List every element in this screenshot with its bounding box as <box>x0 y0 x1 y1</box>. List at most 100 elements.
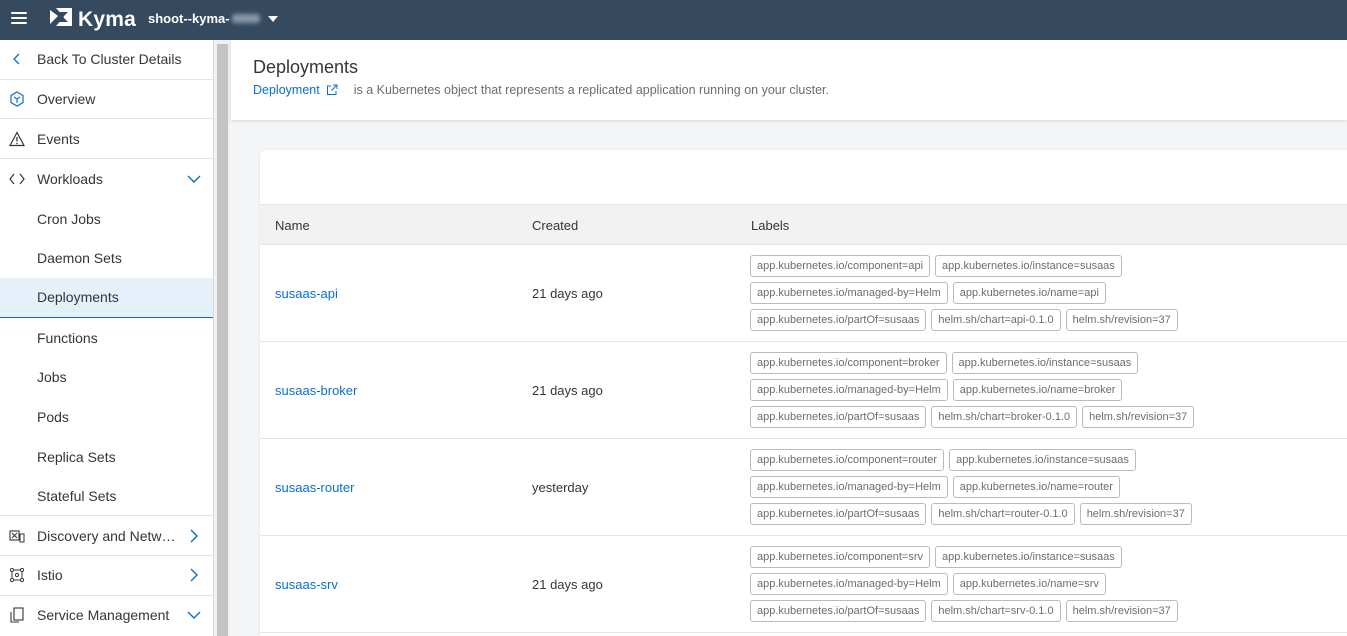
labels-cell: app.kubernetes.io/component=router app.ku… <box>750 446 1197 527</box>
sidebar-item-discovery-and-network[interactable]: Discovery and Network <box>0 516 213 556</box>
deployments-table-card: Name Created Labels susaas-api 21 days a… <box>260 150 1347 636</box>
sidebar-item-label: Events <box>37 130 80 147</box>
label-token: app.kubernetes.io/component=broker <box>750 351 947 374</box>
label-token: helm.sh/revision=37 <box>1079 502 1192 525</box>
deployment-name-link[interactable]: susaas-api <box>275 286 338 301</box>
kyma-logo-icon <box>48 6 74 28</box>
sidebar-item-label: Daemon Sets <box>37 250 122 267</box>
description-text: is a Kubernetes object that represents a… <box>353 83 829 97</box>
deployment-doc-link[interactable]: Deployment <box>253 83 320 97</box>
network-icon <box>8 527 26 545</box>
created-cell: 21 days ago <box>532 577 603 592</box>
cluster-selector[interactable]: shoot--kyma- <box>148 11 278 26</box>
sidebar-item-istio[interactable]: Istio <box>0 556 213 596</box>
column-header-labels: Labels <box>751 218 790 233</box>
page-description: Deployment is a Kubernetes object that r… <box>253 83 829 97</box>
sidebar-scrollbar[interactable] <box>215 40 230 636</box>
chevron-right-icon[interactable] <box>187 568 201 582</box>
sidebar-item-label: Cron Jobs <box>37 210 101 227</box>
deployment-name-link[interactable]: susaas-broker <box>275 383 357 398</box>
table-row[interactable]: susaas-router yesterday app.kubernetes.i… <box>260 439 1347 536</box>
sidebar-item-label: Jobs <box>37 369 67 386</box>
table-toolbar <box>260 150 1347 205</box>
deployment-name-link[interactable]: susaas-router <box>275 480 354 495</box>
sidebar-item-workloads[interactable]: Workloads <box>0 159 213 199</box>
label-token: helm.sh/chart=router-0.1.0 <box>931 502 1075 525</box>
label-token: helm.sh/chart=srv-0.1.0 <box>931 599 1061 622</box>
sidebar-item-label: Service Management <box>37 607 170 624</box>
column-header-name: Name <box>275 218 310 233</box>
labels-cell: app.kubernetes.io/component=api app.kuber… <box>750 252 1183 333</box>
sidebar-item-jobs[interactable]: Jobs <box>0 358 213 398</box>
table-row[interactable]: susaas-srv 21 days ago app.kubernetes.io… <box>260 536 1347 633</box>
label-token: helm.sh/chart=broker-0.1.0 <box>931 405 1078 428</box>
label-token: helm.sh/chart=api-0.1.0 <box>931 308 1061 331</box>
sidebar-item-overview[interactable]: Overview <box>0 80 213 120</box>
created-cell: 21 days ago <box>532 383 603 398</box>
sidebar-item-label: Discovery and Network <box>37 527 177 544</box>
back-to-cluster-link[interactable]: Back To Cluster Details <box>0 40 213 80</box>
created-cell: 21 days ago <box>532 286 603 301</box>
sidebar-item-label: Istio <box>37 567 63 584</box>
sidebar-item-label: Workloads <box>37 170 103 187</box>
mesh-icon <box>8 566 26 584</box>
chevron-down-icon[interactable] <box>187 608 201 622</box>
sidebar-item-label: Stateful Sets <box>37 487 117 504</box>
table-row[interactable]: susaas-broker 21 days ago app.kubernetes… <box>260 342 1347 439</box>
sidebar-item-pods[interactable]: Pods <box>0 397 213 437</box>
cube-icon <box>8 90 26 108</box>
sidebar-item-stateful-sets[interactable]: Stateful Sets <box>0 477 213 517</box>
label-token: app.kubernetes.io/component=router <box>750 448 945 471</box>
table-header: Name Created Labels <box>260 205 1347 245</box>
chevron-left-icon <box>8 50 26 68</box>
column-header-created: Created <box>532 218 579 233</box>
caret-down-icon <box>267 15 278 22</box>
label-token: app.kubernetes.io/partOf=susaas <box>750 502 927 525</box>
back-label: Back To Cluster Details <box>37 51 182 68</box>
label-token: app.kubernetes.io/instance=susaas <box>951 351 1139 374</box>
created-cell: yesterday <box>532 480 589 495</box>
labels-cell: app.kubernetes.io/component=srv app.kuber… <box>750 543 1183 624</box>
label-token: helm.sh/revision=37 <box>1082 405 1195 428</box>
label-token: app.kubernetes.io/name=broker <box>952 378 1123 401</box>
sidebar-item-label: Functions <box>37 329 98 346</box>
scrollbar-thumb[interactable] <box>217 44 228 636</box>
label-token: app.kubernetes.io/instance=susaas <box>935 254 1122 277</box>
label-token: app.kubernetes.io/managed-by=Helm <box>750 281 948 304</box>
service-icon <box>8 606 26 624</box>
sidebar-item-label: Deployments <box>37 289 119 306</box>
sidebar-item-functions[interactable]: Functions <box>0 318 213 358</box>
label-token: helm.sh/revision=37 <box>1065 308 1178 331</box>
side-navigation: Back To Cluster Details Overview Events … <box>0 40 214 636</box>
external-link-icon[interactable] <box>326 84 338 96</box>
label-token: app.kubernetes.io/instance=susaas <box>949 448 1136 471</box>
labels-cell: app.kubernetes.io/component=broker app.ku… <box>750 349 1199 430</box>
page-header: Deployments Deployment is a Kubernetes o… <box>231 40 1347 120</box>
brand-name: Kyma <box>78 8 136 31</box>
label-token: app.kubernetes.io/managed-by=Helm <box>750 475 948 498</box>
sidebar-item-deployments[interactable]: Deployments <box>0 278 213 318</box>
sidebar-item-cron-jobs[interactable]: Cron Jobs <box>0 199 213 239</box>
label-token: app.kubernetes.io/partOf=susaas <box>750 405 927 428</box>
sidebar-item-label: Overview <box>37 91 96 108</box>
sidebar-item-service-management[interactable]: Service Management <box>0 596 213 636</box>
label-token: app.kubernetes.io/managed-by=Helm <box>750 378 948 401</box>
label-token: app.kubernetes.io/component=srv <box>750 545 931 568</box>
deployment-name-link[interactable]: susaas-srv <box>275 577 338 592</box>
table-row[interactable]: susaas-api 21 days ago app.kubernetes.io… <box>260 245 1347 342</box>
chevron-down-icon[interactable] <box>187 172 201 186</box>
sidebar-item-events[interactable]: Events <box>0 119 213 160</box>
label-token: app.kubernetes.io/name=srv <box>952 572 1106 595</box>
sidebar-item-daemon-sets[interactable]: Daemon Sets <box>0 238 213 278</box>
page-title: Deployments <box>253 57 359 77</box>
label-token: app.kubernetes.io/component=api <box>750 254 931 277</box>
sidebar-item-replica-sets[interactable]: Replica Sets <box>0 437 213 477</box>
menu-icon[interactable] <box>11 12 27 26</box>
sidebar-item-label: Pods <box>37 409 69 426</box>
chevron-right-icon[interactable] <box>187 529 201 543</box>
shell-bar: Kyma shoot--kyma- <box>0 0 1347 40</box>
label-token: app.kubernetes.io/managed-by=Helm <box>750 572 948 595</box>
redacted-cluster-suffix <box>231 14 260 23</box>
label-token: app.kubernetes.io/instance=susaas <box>935 545 1122 568</box>
main-content: Deployments Deployment is a Kubernetes o… <box>231 40 1347 636</box>
